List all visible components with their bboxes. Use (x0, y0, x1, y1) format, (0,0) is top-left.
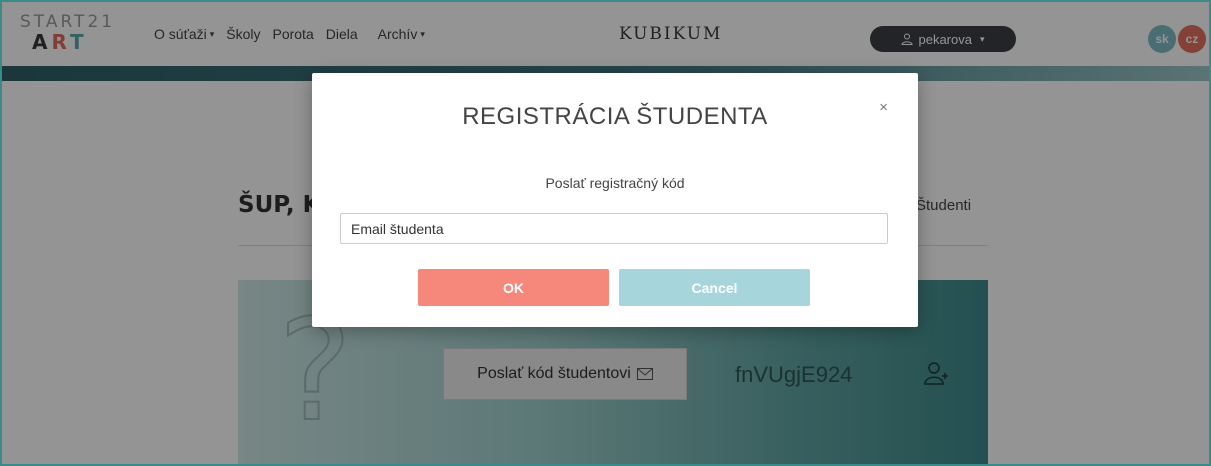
modal-subtitle: Poslať registračný kód (545, 175, 685, 191)
cancel-button[interactable]: Cancel (619, 269, 810, 306)
modal-title: REGISTRÁCIA ŠTUDENTA (462, 103, 768, 130)
close-icon[interactable]: × (879, 99, 888, 116)
ok-button[interactable]: OK (418, 269, 609, 306)
app-frame: START21 ART O súťaži ▾ Školy Porota Diel… (0, 0, 1211, 466)
email-field[interactable] (340, 213, 888, 244)
registration-modal: REGISTRÁCIA ŠTUDENTA × Poslať registračn… (312, 73, 918, 327)
